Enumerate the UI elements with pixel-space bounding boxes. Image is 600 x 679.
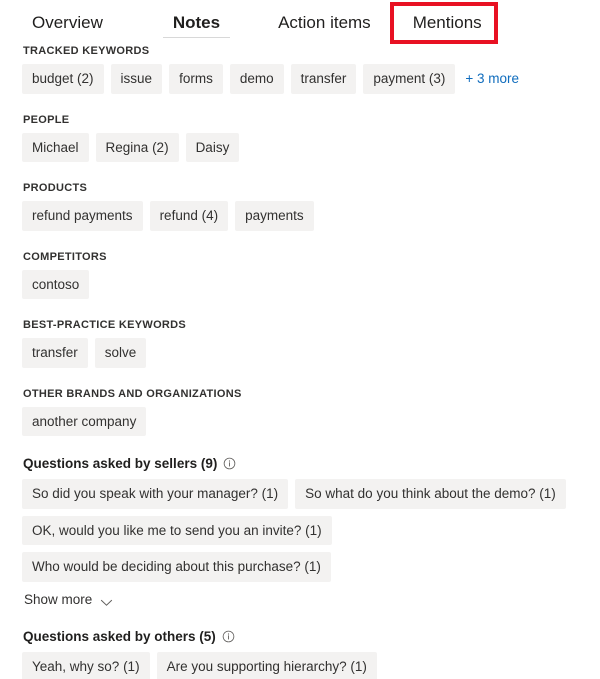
tab-overview-label: Overview — [32, 13, 103, 32]
show-more-keywords-link[interactable]: + 3 more — [465, 71, 519, 86]
chip-question[interactable]: So what do you think about the demo? (1) — [295, 479, 566, 509]
chip-row-tracked-keywords: budget (2) issue forms demo transfer pay… — [22, 64, 582, 94]
questions-sellers-title: Questions asked by sellers (9) — [23, 456, 218, 471]
tab-overview[interactable]: Overview — [18, 0, 117, 45]
chip-product[interactable]: refund payments — [22, 201, 143, 231]
chip-question[interactable]: Who would be deciding about this purchas… — [22, 552, 331, 582]
section-label-people: PEOPLE — [23, 113, 70, 126]
chip-row-questions-others: Yeah, why so? (1) Are you supporting hie… — [22, 651, 582, 679]
chip-row-people: Michael Regina (2) Daisy — [22, 132, 582, 162]
section-tracked-keywords: TRACKED KEYWORDS budget (2) issue forms … — [22, 45, 582, 94]
section-best-practice-keywords: BEST-PRACTICE KEYWORDS transfer solve — [22, 319, 582, 368]
chip-keyword[interactable]: payment (3) — [363, 64, 456, 94]
chip-best-practice[interactable]: transfer — [22, 338, 88, 368]
questions-sellers-header: Questions asked by sellers (9) — [23, 456, 582, 471]
section-competitors: COMPETITORS contoso — [22, 250, 582, 299]
tab-mentions[interactable]: Mentions — [399, 0, 496, 45]
tab-action-items[interactable]: Action items — [264, 0, 385, 45]
section-label-other-brands: OTHER BRANDS AND ORGANIZATIONS — [23, 387, 242, 400]
section-people: PEOPLE Michael Regina (2) Daisy — [22, 113, 582, 162]
chip-brand[interactable]: another company — [22, 406, 147, 436]
section-label-competitors: COMPETITORS — [23, 250, 107, 263]
chevron-down-icon — [100, 595, 113, 606]
tab-active-underline — [162, 37, 231, 38]
chip-question[interactable]: Are you supporting hierarchy? (1) — [156, 651, 377, 679]
chip-question[interactable]: OK, would you like me to send you an inv… — [22, 515, 332, 545]
chip-competitor[interactable]: contoso — [22, 269, 90, 299]
tab-action-items-label: Action items — [278, 13, 371, 32]
show-more-questions-button[interactable]: Show more — [24, 592, 113, 607]
chip-product[interactable]: refund (4) — [149, 201, 229, 231]
tab-notes-label: Notes — [172, 13, 221, 32]
section-products: PRODUCTS refund payments refund (4) paym… — [22, 182, 582, 231]
chip-person[interactable]: Regina (2) — [95, 132, 179, 162]
tab-bar: Overview Notes Action items Mentions — [0, 0, 600, 45]
chip-question[interactable]: Yeah, why so? (1) — [22, 651, 150, 679]
mentions-panel: Overview Notes Action items Mentions TRA… — [0, 0, 600, 679]
chip-best-practice[interactable]: solve — [94, 338, 147, 368]
info-circle-icon[interactable] — [222, 630, 235, 643]
section-label-products: PRODUCTS — [23, 182, 88, 194]
chip-person[interactable]: Michael — [22, 132, 89, 162]
chip-question[interactable]: So did you speak with your manager? (1) — [22, 479, 289, 509]
section-other-brands: OTHER BRANDS AND ORGANIZATIONS another c… — [22, 387, 582, 436]
section-label-tracked-keywords: TRACKED KEYWORDS — [23, 45, 150, 57]
tab-notes[interactable]: Notes — [159, 0, 234, 45]
chip-keyword[interactable]: issue — [110, 64, 163, 94]
mentions-content: TRACKED KEYWORDS budget (2) issue forms … — [0, 45, 600, 679]
questions-others-title: Questions asked by others (5) — [23, 628, 216, 644]
chip-product[interactable]: payments — [235, 201, 314, 231]
questions-others-header: Questions asked by others (5) — [23, 629, 582, 644]
section-questions-others: Questions asked by others (5) Yeah, why … — [22, 629, 582, 679]
chip-keyword[interactable]: budget (2) — [22, 64, 104, 94]
chip-keyword[interactable]: forms — [169, 64, 223, 94]
chip-row-products: refund payments refund (4) payments — [22, 201, 582, 231]
section-questions-sellers: Questions asked by sellers (9) So did yo… — [22, 456, 582, 609]
info-circle-icon[interactable] — [223, 457, 236, 470]
chip-row-other-brands: another company — [22, 406, 582, 436]
show-more-label: Show more — [24, 591, 93, 607]
section-label-best-practice-keywords: BEST-PRACTICE KEYWORDS — [23, 319, 187, 331]
tab-mentions-label: Mentions — [412, 13, 482, 32]
chip-keyword[interactable]: demo — [229, 64, 284, 94]
chip-keyword[interactable]: transfer — [290, 64, 357, 94]
chip-row-best-practice-keywords: transfer solve — [22, 338, 582, 368]
chip-row-questions-sellers: So did you speak with your manager? (1) … — [22, 479, 582, 582]
chip-row-competitors: contoso — [22, 269, 582, 299]
chip-person[interactable]: Daisy — [185, 132, 240, 162]
